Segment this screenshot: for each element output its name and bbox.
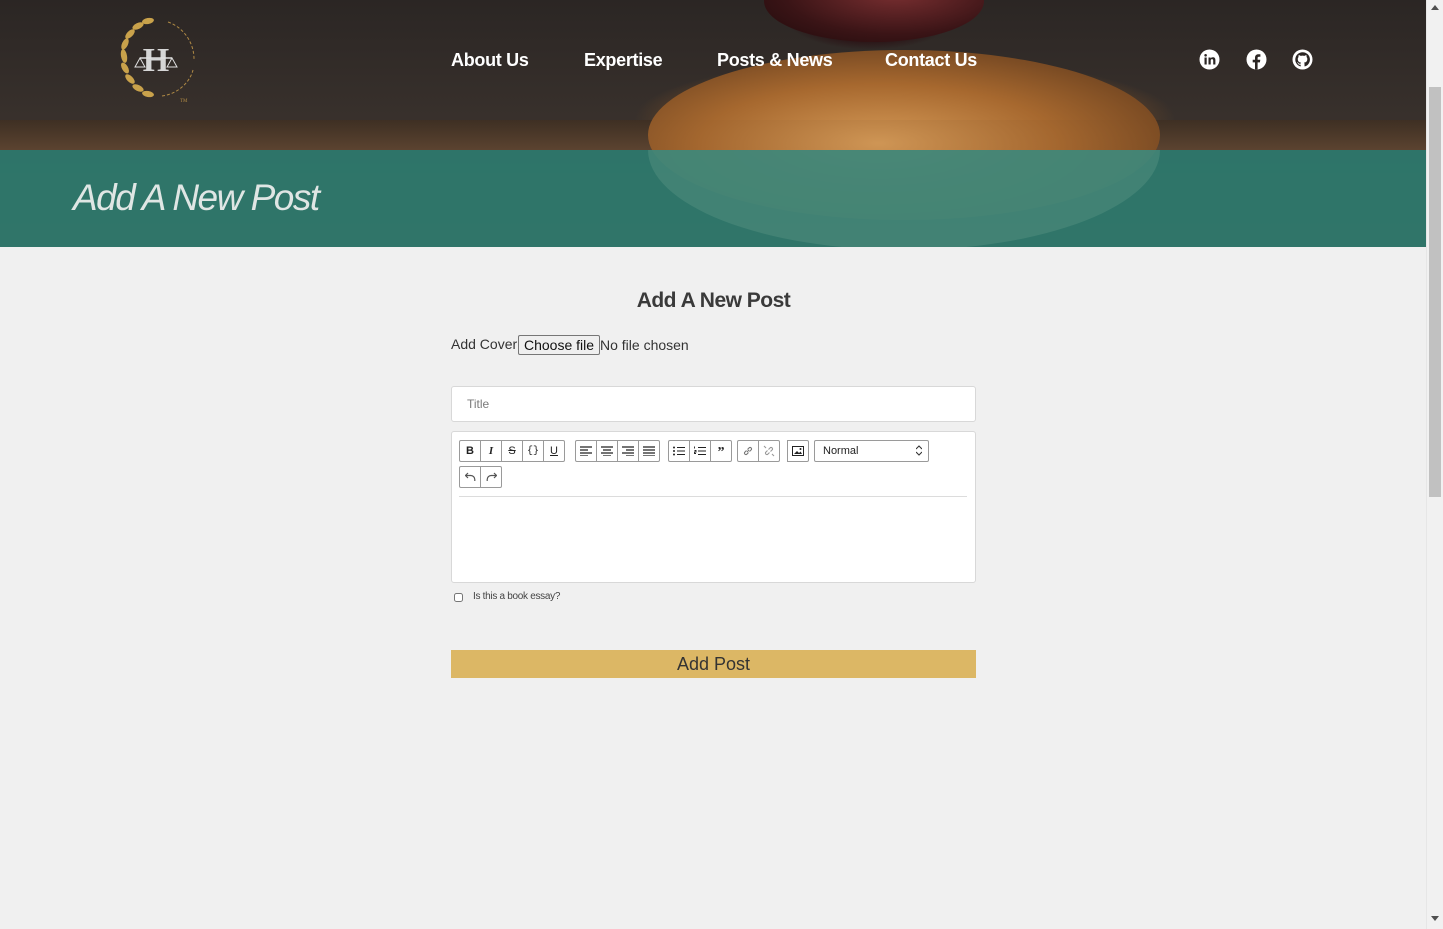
scroll-up-icon[interactable] — [1431, 5, 1439, 10]
scrollbar-thumb[interactable] — [1429, 87, 1441, 497]
add-cover-label: Add Cover — [451, 336, 518, 352]
align-justify-icon[interactable] — [638, 440, 660, 462]
strikethrough-icon[interactable]: S — [501, 440, 523, 462]
site-logo[interactable]: TM H — [110, 14, 202, 104]
block-type-select[interactable]: Normal — [814, 440, 929, 462]
editor-content-area[interactable] — [459, 500, 967, 578]
undo-icon[interactable] — [459, 466, 481, 488]
redo-icon[interactable] — [480, 466, 502, 488]
title-band-disc — [648, 150, 1160, 247]
book-essay-checkbox[interactable] — [454, 593, 463, 602]
underline-icon[interactable]: U — [543, 440, 565, 462]
hero-banner: TM H About Us Expertise Posts & News Con… — [0, 0, 1426, 247]
facebook-icon[interactable] — [1246, 49, 1267, 70]
blockquote-icon[interactable]: ” — [710, 440, 732, 462]
scroll-down-icon[interactable] — [1431, 916, 1439, 921]
code-icon[interactable]: {} — [522, 440, 544, 462]
toolbar-link-group — [737, 440, 780, 462]
chevron-updown-icon — [916, 445, 922, 456]
unlink-icon[interactable] — [758, 440, 780, 462]
nav-expertise[interactable]: Expertise — [584, 50, 663, 71]
page-scrollbar[interactable] — [1426, 0, 1443, 929]
github-icon[interactable] — [1292, 49, 1313, 70]
logo-letter: H — [143, 42, 169, 79]
block-type-value: Normal — [823, 445, 859, 457]
add-post-button[interactable]: Add Post — [451, 650, 976, 678]
nav-about-us[interactable]: About Us — [451, 50, 529, 71]
page-title: Add A New Post — [73, 177, 320, 218]
choose-file-button[interactable]: Choose file — [518, 335, 601, 355]
rich-text-editor: B I S {} U ” Normal — [451, 431, 976, 583]
title-input[interactable] — [451, 386, 976, 422]
no-file-chosen-text: No file chosen — [600, 337, 689, 353]
linkedin-icon[interactable] — [1199, 49, 1220, 70]
link-icon[interactable] — [737, 440, 759, 462]
form-heading: Add A New Post — [636, 289, 791, 312]
toolbar-history-group — [459, 466, 502, 488]
image-icon[interactable] — [787, 440, 809, 462]
bullet-list-icon[interactable] — [668, 440, 690, 462]
toolbar-inline-group: B I S {} U — [459, 440, 565, 462]
nav-contact-us[interactable]: Contact Us — [885, 50, 977, 71]
align-left-icon[interactable] — [575, 440, 597, 462]
numbered-list-icon[interactable] — [689, 440, 711, 462]
bold-icon[interactable]: B — [459, 440, 481, 462]
align-center-icon[interactable] — [596, 440, 618, 462]
align-right-icon[interactable] — [617, 440, 639, 462]
editor-divider — [459, 496, 967, 497]
nav-posts-news[interactable]: Posts & News — [717, 50, 833, 71]
book-essay-label: Is this a book essay? — [473, 591, 561, 602]
svg-text:TM: TM — [180, 99, 188, 104]
hero-background-gavel — [764, 0, 984, 42]
italic-icon[interactable]: I — [480, 440, 502, 462]
toolbar-image-group — [787, 440, 809, 462]
toolbar-list-group: ” — [668, 440, 732, 462]
toolbar-align-group — [575, 440, 660, 462]
